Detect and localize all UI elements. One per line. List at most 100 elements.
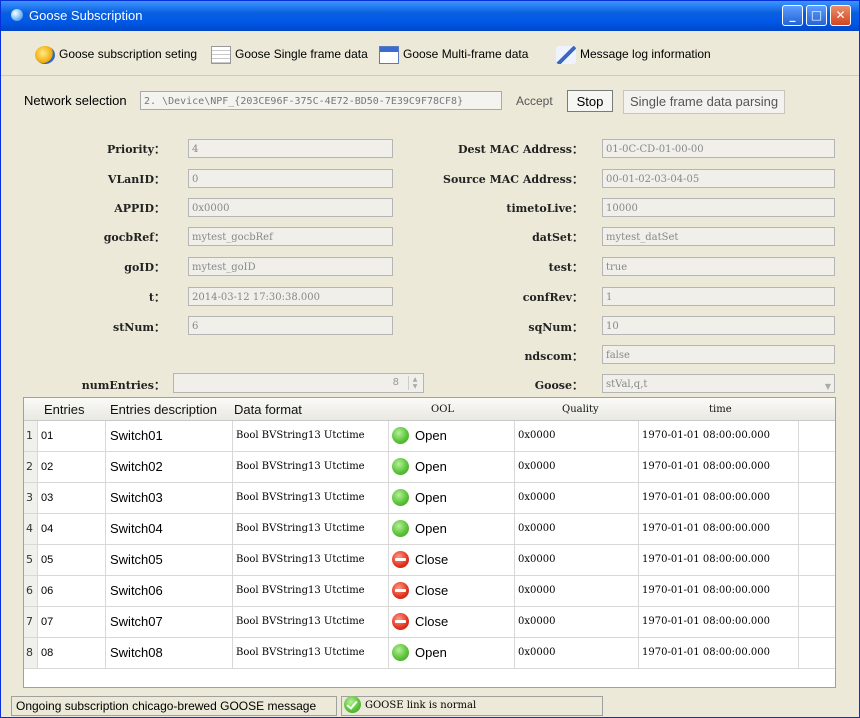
row-number: 3 <box>24 483 38 513</box>
minimize-button[interactable]: _ <box>782 5 803 26</box>
toolbar-item-label: Goose Multi-frame data <box>403 47 529 61</box>
title-bar[interactable]: Goose Subscription _ □ ✕ <box>1 1 859 31</box>
toolbar-item-label: Goose subscription seting <box>59 47 198 61</box>
single-frame-parsing-button[interactable]: Single frame data parsing <box>623 90 786 114</box>
spinner-arrows-icon[interactable]: ▲ ▼ <box>408 376 421 390</box>
single-frame-icon <box>211 45 231 64</box>
column-header-data-format[interactable]: Data format <box>234 402 302 417</box>
time-cell: 1970-01-01 08:00:00.000 <box>639 545 799 575</box>
toolbar-item-label: Goose Single frame data <box>235 47 368 61</box>
table-row[interactable]: 5 05 Switch05 Bool BVString13 Utctime Cl… <box>24 545 835 576</box>
data-format-cell: Bool BVString13 Utctime <box>233 514 389 544</box>
table-row[interactable]: 1 01 Switch01 Bool BVString13 Utctime Op… <box>24 421 835 452</box>
description-cell: Switch08 <box>106 638 233 668</box>
description-cell: Switch01 <box>106 421 233 451</box>
app-icon <box>11 9 23 21</box>
subscription-icon <box>35 45 55 64</box>
description-cell: Switch02 <box>106 452 233 482</box>
stnum-field[interactable]: 6 <box>188 316 393 335</box>
timetolive-field[interactable]: 10000 <box>602 198 835 217</box>
quality-cell: 0x0000 <box>515 483 639 513</box>
goose-subscription-window: Goose Subscription _ □ ✕ Goose subscript… <box>0 0 860 718</box>
column-header-quality[interactable]: Quality <box>562 404 599 415</box>
column-header-description[interactable]: Entries description <box>110 402 217 417</box>
t-label: t： <box>148 291 165 304</box>
ool-cell: Close <box>389 576 515 606</box>
data-format-cell: Bool BVString13 Utctime <box>233 483 389 513</box>
close-status-icon <box>392 551 409 569</box>
time-cell: 1970-01-01 08:00:00.000 <box>639 576 799 606</box>
goid-field[interactable]: mytest_goID <box>188 257 393 276</box>
column-header-time[interactable]: time <box>709 404 732 415</box>
ool-cell: Open <box>389 452 515 482</box>
t-field[interactable]: 2014-03-12 17:30:38.000 <box>188 287 393 306</box>
vlanid-field[interactable]: 0 <box>188 169 393 188</box>
description-cell: Switch03 <box>106 483 233 513</box>
ool-value: Open <box>415 521 447 536</box>
source-mac-field[interactable]: 00-01-02-03-04-05 <box>602 169 835 188</box>
column-header-ool[interactable]: OOL <box>431 404 454 415</box>
row-number: 8 <box>24 638 38 668</box>
stop-button[interactable]: Stop <box>567 90 613 112</box>
data-format-cell: Bool BVString13 Utctime <box>233 638 389 668</box>
priority-label: Priority： <box>106 143 165 156</box>
gocbref-field[interactable]: mytest_gocbRef <box>188 227 393 246</box>
column-header-entries[interactable]: Entries <box>44 402 84 417</box>
maximize-button[interactable]: □ <box>806 5 827 26</box>
chevron-down-icon[interactable]: ▼ <box>825 377 831 392</box>
close-button[interactable]: ✕ <box>830 5 851 26</box>
description-cell: Switch06 <box>106 576 233 606</box>
table-row[interactable]: 6 06 Switch06 Bool BVString13 Utctime Cl… <box>24 576 835 607</box>
entry-cell: 08 <box>38 638 106 668</box>
table-row[interactable]: 3 03 Switch03 Bool BVString13 Utctime Op… <box>24 483 835 514</box>
table-row[interactable]: 8 08 Switch08 Bool BVString13 Utctime Op… <box>24 638 835 669</box>
stnum-label: stNum： <box>113 321 165 334</box>
time-cell: 1970-01-01 08:00:00.000 <box>639 421 799 451</box>
entries-table: Entries Entries description Data format … <box>23 397 836 688</box>
link-status-text: GOOSE link is normal <box>365 700 477 711</box>
dest-mac-label: Dest MAC Address： <box>457 143 583 156</box>
ndscom-field[interactable]: false <box>602 345 835 364</box>
description-cell: Switch07 <box>106 607 233 637</box>
description-cell: Switch04 <box>106 514 233 544</box>
status-bar: Ongoing subscription chicago-brewed GOOS… <box>1 693 859 717</box>
test-field[interactable]: true <box>602 257 835 276</box>
quality-cell: 0x0000 <box>515 545 639 575</box>
confrev-field[interactable]: 1 <box>602 287 835 306</box>
ool-value: Close <box>415 583 449 598</box>
priority-field[interactable]: 4 <box>188 139 393 158</box>
time-cell: 1970-01-01 08:00:00.000 <box>639 514 799 544</box>
dest-mac-field[interactable]: 01-0C-CD-01-00-00 <box>602 139 835 158</box>
table-row[interactable]: 4 04 Switch04 Bool BVString13 Utctime Op… <box>24 514 835 545</box>
table-row[interactable]: 7 07 Switch07 Bool BVString13 Utctime Cl… <box>24 607 835 638</box>
quality-cell: 0x0000 <box>515 452 639 482</box>
network-selection-label: Network selection <box>24 93 127 108</box>
ool-value: Open <box>415 459 447 474</box>
appid-field[interactable]: 0x0000 <box>188 198 393 217</box>
toolbar-item-subscription-setting[interactable]: Goose subscription seting <box>35 45 198 64</box>
source-mac-label: Source MAC Address： <box>443 173 583 186</box>
sqnum-field[interactable]: 10 <box>602 316 835 335</box>
test-label: test： <box>548 261 583 274</box>
toolbar-item-single-frame[interactable]: Goose Single frame data <box>211 45 368 64</box>
accept-button[interactable]: Accept <box>512 90 557 112</box>
quality-cell: 0x0000 <box>515 421 639 451</box>
toolbar-item-multi-frame[interactable]: Goose Multi-frame data <box>379 45 529 64</box>
quality-cell: 0x0000 <box>515 607 639 637</box>
quality-cell: 0x0000 <box>515 514 639 544</box>
entry-cell: 06 <box>38 576 106 606</box>
goid-label: goID： <box>124 261 165 274</box>
entry-cell: 04 <box>38 514 106 544</box>
ool-value: Open <box>415 490 447 505</box>
close-status-icon <box>392 582 409 600</box>
ool-cell: Close <box>389 607 515 637</box>
toolbar-item-message-log[interactable]: Message log information <box>556 45 711 64</box>
table-row[interactable]: 2 02 Switch02 Bool BVString13 Utctime Op… <box>24 452 835 483</box>
numentries-spinbox[interactable]: 8 ▲ ▼ <box>173 373 424 393</box>
network-selection-field[interactable]: 2. \Device\NPF_{203CE96F-375C-4E72-BD50-… <box>140 91 502 110</box>
ool-value: Close <box>415 552 449 567</box>
time-cell: 1970-01-01 08:00:00.000 <box>639 607 799 637</box>
goose-select[interactable]: stVal,q,t ▼ <box>602 374 835 393</box>
datset-field[interactable]: mytest_datSet <box>602 227 835 246</box>
row-number: 2 <box>24 452 38 482</box>
